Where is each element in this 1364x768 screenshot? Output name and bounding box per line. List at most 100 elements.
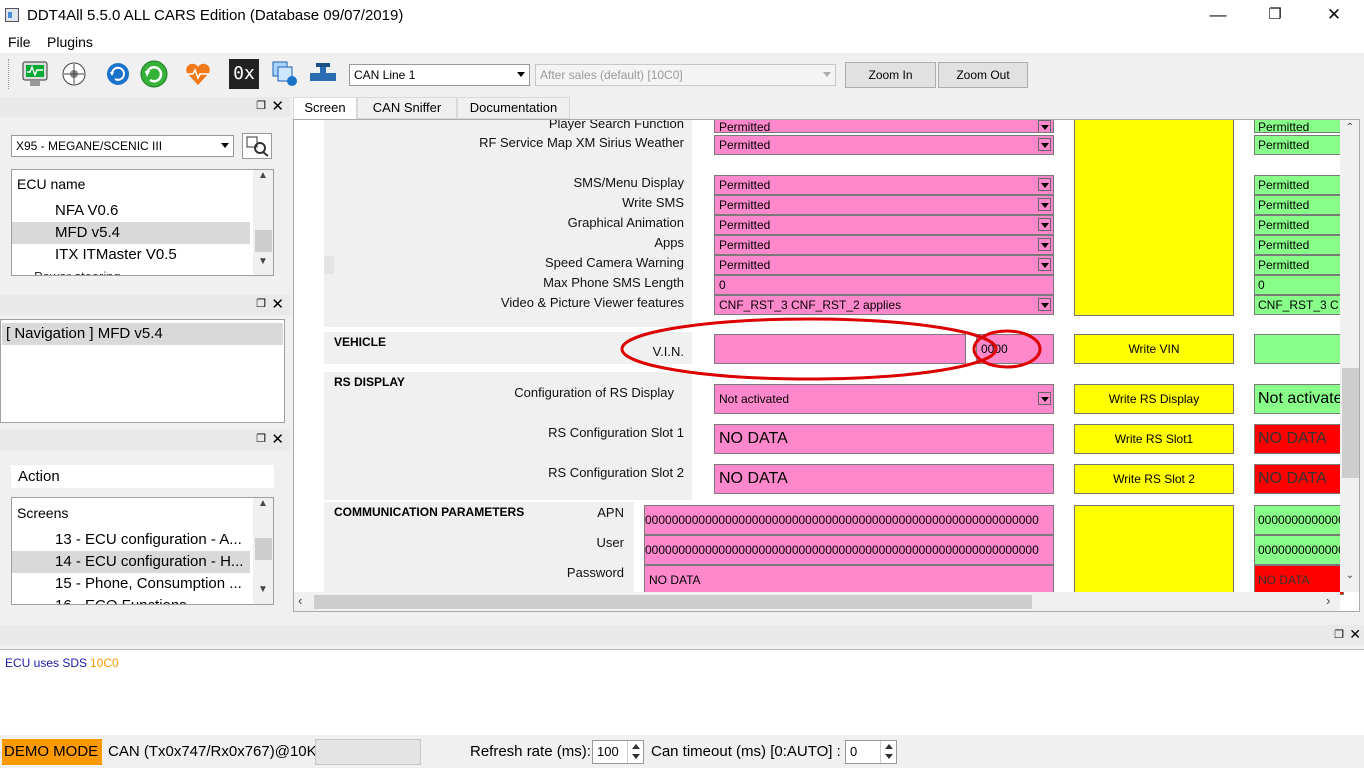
param-select[interactable]: CNF_RST_3 CNF_RST_2 applies bbox=[714, 295, 1054, 315]
action-header[interactable]: Action bbox=[11, 465, 274, 488]
toolbar: 0x CAN Line 1 After sales (default) [10C… bbox=[0, 53, 1364, 95]
scroll-down-icon[interactable]: ▼ bbox=[253, 256, 273, 274]
list-item[interactable]: MFD v5.4 bbox=[12, 222, 250, 244]
password-label: Password bbox=[566, 565, 624, 580]
zoom-in-button[interactable]: Zoom In bbox=[845, 62, 936, 88]
scroll-down-icon[interactable]: ⌄ bbox=[1340, 570, 1359, 588]
param-select[interactable]: Permitted bbox=[714, 255, 1054, 275]
ecu-list-scrollbar[interactable]: ▲ ▼ bbox=[253, 170, 273, 275]
screens-dock-header: ❐ ✕ bbox=[0, 430, 290, 450]
float-icon[interactable]: ❐ bbox=[256, 297, 266, 310]
param-label: Max Phone SMS Length bbox=[543, 275, 684, 290]
can-timeout-spinbox[interactable]: 0 bbox=[845, 740, 897, 764]
maximize-button[interactable]: ❐ bbox=[1246, 0, 1304, 31]
ecu-dock: [ Navigation ] MFD v5.4 bbox=[0, 319, 285, 423]
scroll-thumb[interactable] bbox=[255, 230, 272, 252]
pipe-valve-icon[interactable] bbox=[308, 59, 338, 89]
hex-mode-icon[interactable]: 0x bbox=[229, 59, 259, 89]
param-select[interactable]: Permitted bbox=[714, 135, 1054, 155]
health-icon[interactable] bbox=[183, 59, 213, 89]
user-input[interactable]: 0000000000000000000000000000000000000000… bbox=[644, 535, 1054, 565]
write-vin-button[interactable]: Write VIN bbox=[1074, 334, 1234, 364]
float-icon[interactable]: ❐ bbox=[1334, 628, 1344, 641]
list-item[interactable]: 13 - ECU configuration - A... bbox=[12, 529, 250, 551]
scroll-right-icon[interactable]: › bbox=[1326, 593, 1330, 608]
scroll-up-icon[interactable]: ▲ bbox=[253, 498, 273, 516]
vehicle-select[interactable]: X95 - MEGANE/SCENIC III bbox=[11, 135, 234, 157]
zoom-out-button[interactable]: Zoom Out bbox=[938, 62, 1028, 88]
toolbar-grip bbox=[8, 59, 10, 89]
close-icon[interactable]: ✕ bbox=[271, 97, 284, 115]
close-icon[interactable]: ✕ bbox=[271, 295, 284, 313]
close-icon[interactable]: ✕ bbox=[1349, 626, 1361, 643]
screen-vertical-scrollbar[interactable]: ⌃ ⌄ bbox=[1340, 120, 1359, 592]
auto-refresh-icon[interactable] bbox=[139, 59, 169, 89]
scroll-up-icon[interactable]: ⌃ bbox=[1340, 122, 1359, 140]
menu-plugins[interactable]: Plugins bbox=[47, 34, 93, 50]
float-icon[interactable]: ❐ bbox=[256, 99, 266, 112]
param-select[interactable]: Permitted bbox=[714, 175, 1054, 195]
screens-list-scrollbar[interactable]: ▲ ▼ bbox=[253, 498, 273, 604]
param-read: Permitted bbox=[1254, 175, 1344, 195]
list-item[interactable]: 14 - ECU configuration - H... bbox=[12, 551, 250, 573]
menu-file[interactable]: File bbox=[8, 34, 31, 50]
minimize-button[interactable]: — bbox=[1189, 0, 1247, 31]
password-input[interactable]: NO DATA bbox=[644, 565, 1054, 595]
scroll-thumb[interactable] bbox=[1342, 368, 1359, 478]
param-select[interactable]: Permitted bbox=[714, 235, 1054, 255]
close-icon[interactable]: ✕ bbox=[271, 430, 284, 448]
current-ecu-item[interactable]: [ Navigation ] MFD v5.4 bbox=[2, 323, 283, 345]
screen-horizontal-scrollbar[interactable]: ‹ › bbox=[294, 592, 1340, 611]
tab-documentation[interactable]: Documentation bbox=[457, 97, 570, 119]
scan-monitor-icon[interactable] bbox=[21, 59, 51, 89]
search-ecu-icon[interactable] bbox=[242, 133, 272, 159]
sort-indicator-icon: ⌃ bbox=[132, 497, 141, 506]
progress-bar bbox=[315, 739, 421, 765]
user-label: User bbox=[596, 535, 624, 550]
param-select[interactable]: Permitted bbox=[714, 120, 1054, 133]
write-rs-slot2-button[interactable]: Write RS Slot 2 bbox=[1074, 464, 1234, 494]
list-item[interactable]: NFA V0.6 bbox=[12, 200, 250, 222]
write-rs-display-button[interactable]: Write RS Display bbox=[1074, 384, 1234, 414]
param-label: Player Search Function bbox=[548, 119, 684, 131]
param-read: Permitted bbox=[1254, 135, 1344, 155]
scroll-up-icon[interactable]: ▲ bbox=[253, 170, 273, 188]
tab-screen[interactable]: Screen bbox=[293, 97, 357, 120]
param-select[interactable]: Permitted bbox=[714, 215, 1054, 235]
float-icon[interactable]: ❐ bbox=[256, 432, 266, 445]
write-rs-slot1-button[interactable]: Write RS Slot1 bbox=[1074, 424, 1234, 454]
scroll-left-icon[interactable]: ‹ bbox=[298, 593, 302, 608]
rs-slot1-input[interactable]: NO DATA bbox=[714, 424, 1054, 454]
screen-area: Player Search Function Permitted Permitt… bbox=[293, 119, 1360, 612]
write-block-button[interactable] bbox=[1074, 120, 1234, 316]
list-item[interactable]: 15 - Phone, Consumption ... bbox=[12, 573, 250, 595]
list-item[interactable]: ITX ITMaster V0.5 bbox=[12, 244, 250, 266]
close-button[interactable]: ✕ bbox=[1305, 0, 1363, 31]
rs-slot1-label: RS Configuration Slot 1 bbox=[548, 425, 684, 440]
screens-dock: Action ⌃ Screens 13 - ECU configuration … bbox=[0, 450, 290, 620]
scroll-thumb[interactable] bbox=[255, 538, 272, 560]
vin-code-input[interactable]: 0000 bbox=[976, 334, 1054, 364]
title-bar: DDT4All 5.5.0 ALL CARS Edition (Database… bbox=[0, 0, 1364, 31]
param-select[interactable]: Permitted bbox=[714, 195, 1054, 215]
vin-input[interactable] bbox=[714, 334, 966, 364]
rs-slot2-input[interactable]: NO DATA bbox=[714, 464, 1054, 494]
row-marker bbox=[324, 256, 334, 274]
can-line-select[interactable]: CAN Line 1 bbox=[349, 64, 530, 86]
apn-input[interactable]: 0000000000000000000000000000000000000000… bbox=[644, 505, 1054, 535]
refresh-icon[interactable] bbox=[103, 59, 133, 89]
tab-can-sniffer[interactable]: CAN Sniffer bbox=[357, 97, 457, 119]
log-code: 10C0 bbox=[90, 656, 119, 670]
param-label: Video & Picture Viewer features bbox=[500, 295, 684, 310]
network-scan-icon[interactable] bbox=[59, 59, 89, 89]
param-input[interactable]: 0 bbox=[714, 275, 1054, 295]
horizontal-scroll-thumb[interactable] bbox=[314, 595, 1032, 609]
rs-config-select[interactable]: Not activated bbox=[714, 384, 1054, 414]
list-item[interactable]: 16 - ECO Functions bbox=[12, 595, 250, 604]
refresh-rate-spinbox[interactable]: 100 bbox=[592, 740, 644, 764]
list-item[interactable]: Power steering bbox=[12, 266, 250, 275]
scroll-down-icon[interactable]: ▼ bbox=[253, 584, 273, 602]
ecu-tool-icon[interactable] bbox=[270, 59, 300, 89]
ecu-list: ECU name NFA V0.6 MFD v5.4 ITX ITMaster … bbox=[11, 169, 274, 276]
write-comm-button[interactable] bbox=[1074, 505, 1234, 595]
